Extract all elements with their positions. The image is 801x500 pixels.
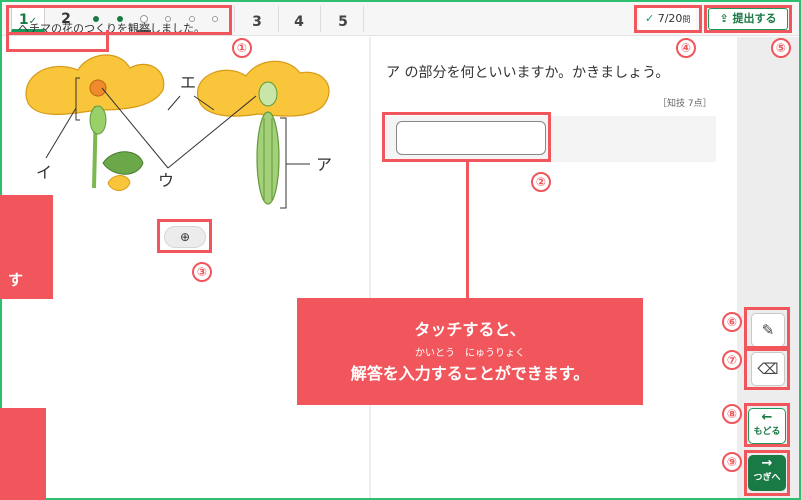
highlight-next [744,450,790,496]
figure-label-e: エ [180,73,196,92]
callout-pointer [466,162,469,298]
callout-box: タッチすると、 かいとう にゅうりょく 解答を入力することができます。 [297,298,643,405]
marker-3: ③ [192,262,212,282]
highlight-zoom [157,219,212,253]
marker-5: ⑤ [771,38,791,58]
marker-9: ⑨ [722,452,742,472]
figure-label-a: ア [316,155,332,174]
side-annotation-block [0,408,46,500]
flower-center [258,81,278,107]
highlight-pen [744,307,790,349]
highlight-submit [704,5,792,33]
marker-6: ⑥ [722,312,742,332]
points-label: ［知技 7点］ [658,99,712,109]
callout-ruby: かいとう にゅうりょく [415,348,525,359]
label-line-i [45,107,77,159]
answer-prompt: ア の部分を何といいますか。かきましょう。 [386,65,670,81]
highlight-eraser [744,348,790,390]
tab-question-5[interactable]: 5 [333,14,353,30]
leaf [102,151,144,175]
bud [107,175,131,191]
marker-8: ⑧ [722,404,742,424]
highlight-tab-extension [6,30,109,52]
callout-line-2: 解答を入力することができます。 [350,364,590,383]
marker-1: ① [232,38,252,58]
figure-label-u: ウ [158,171,174,190]
flower-center [89,79,107,97]
tab-divider [320,6,321,32]
tab-divider [278,6,279,32]
marker-4: ④ [676,38,696,58]
luffa-flower-figure: エ イ ウ ア [25,54,332,209]
side-annotation-text: す [8,271,24,289]
highlight-progress [634,5,702,33]
highlight-answer-input [382,112,551,162]
ovary-long [256,111,280,205]
tab-question-3[interactable]: 3 [247,14,267,30]
label-line-e [167,95,181,111]
callout-line-1: タッチすると、 [414,320,526,339]
marker-2: ② [531,172,551,192]
highlight-back [744,403,790,447]
marker-7: ⑦ [722,350,742,370]
side-annotation-block: す [0,195,53,299]
label-bracket [280,117,287,209]
tab-divider [234,6,235,32]
ovary [89,105,107,135]
tab-question-4[interactable]: 4 [289,14,309,30]
tab-divider [363,6,364,32]
figure-label-i: イ [36,163,52,182]
